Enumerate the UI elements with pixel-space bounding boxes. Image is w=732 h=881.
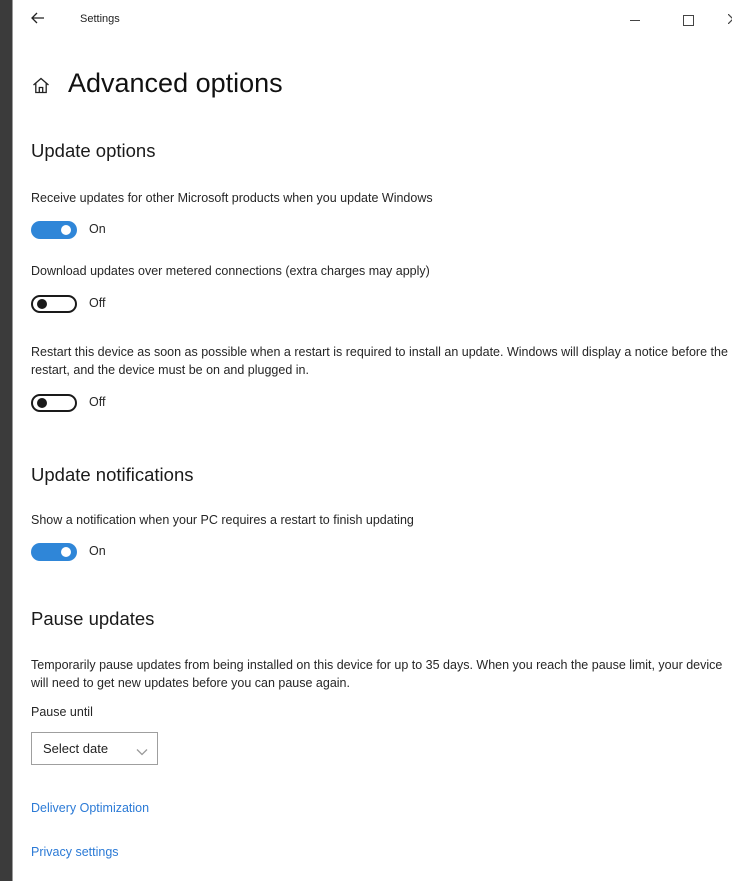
restart-asap-label: Restart this device as soon as possible …	[31, 345, 728, 377]
maximize-icon[interactable]	[676, 10, 700, 30]
restart-asap-toggle[interactable]	[31, 394, 77, 412]
select-date-value: Select date	[43, 741, 109, 756]
receive-updates-other-products-toggle[interactable]	[31, 221, 77, 239]
back-arrow-icon[interactable]	[27, 9, 49, 31]
privacy-settings-link[interactable]: Privacy settings	[31, 845, 119, 859]
title-bar: Settings	[13, 0, 732, 40]
receive-updates-other-products-label: Receive updates for other Microsoft prod…	[31, 191, 433, 205]
toggle-state-label: On	[89, 222, 106, 236]
update-options-heading: Update options	[31, 140, 156, 161]
toggle-state-label: Off	[89, 296, 106, 310]
pause-updates-description: Temporarily pause updates from being ins…	[31, 658, 723, 690]
window-title: Settings	[80, 13, 120, 25]
pause-until-label: Pause until	[31, 705, 93, 719]
pause-updates-heading: Pause updates	[31, 608, 155, 629]
settings-window: Settings Advanced options Update options…	[12, 0, 732, 881]
minimize-icon[interactable]	[623, 10, 647, 30]
close-icon[interactable]	[721, 10, 732, 30]
metered-connections-toggle[interactable]	[31, 295, 77, 313]
update-notifications-heading: Update notifications	[31, 464, 194, 485]
delivery-optimization-link[interactable]: Delivery Optimization	[31, 801, 149, 815]
restart-notification-toggle[interactable]	[31, 543, 77, 561]
home-icon	[32, 77, 52, 95]
chevron-down-icon	[136, 743, 148, 756]
toggle-state-label: On	[89, 544, 106, 558]
metered-connections-label: Download updates over metered connection…	[31, 264, 430, 278]
pause-until-date-select[interactable]: Select date	[31, 732, 158, 765]
restart-notification-label: Show a notification when your PC require…	[31, 513, 414, 527]
toggle-state-label: Off	[89, 395, 106, 409]
page-title: Advanced options	[68, 68, 283, 98]
